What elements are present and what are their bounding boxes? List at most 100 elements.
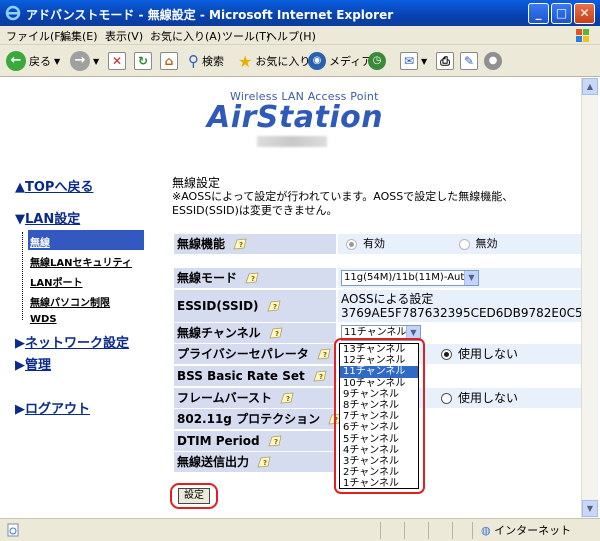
privacy-off-label: 使用しない — [458, 347, 519, 361]
frame-burst-text: フレームバースト — [177, 391, 273, 405]
favorites-label: お気に入り — [255, 55, 311, 68]
essid-value: AOSSによる設定 3769AE5F787632395CED6DB9782E0C… — [338, 290, 581, 322]
globe-icon: ◍ — [481, 524, 491, 537]
svg-text:?: ? — [273, 303, 277, 311]
status-bar: ◍ インターネット — [0, 518, 600, 541]
discuss-icon: ● — [484, 52, 502, 70]
back-dropdown-icon: ▼ — [54, 56, 61, 66]
nav-lan-settings[interactable]: ▼LAN設定 — [15, 208, 80, 227]
help-icon[interactable]: ? — [313, 370, 327, 383]
vertical-scrollbar[interactable]: ▲ ▼ — [581, 78, 598, 518]
tx-power-text: 無線送信出力 — [177, 455, 250, 469]
maximize-icon: □ — [555, 6, 568, 20]
scroll-up-icon[interactable]: ▲ — [582, 78, 598, 95]
wireless-mode-selected: 11g(54M)/11b(11M)-Auto — [344, 272, 471, 283]
minimize-icon: _ — [535, 6, 542, 20]
discuss-button[interactable]: ● — [484, 50, 502, 72]
nav-admin-label: 管理 — [25, 358, 52, 373]
help-icon[interactable]: ? — [269, 327, 283, 340]
tx-power-label: 無線送信出力? — [174, 452, 336, 472]
channel-text: 無線チャンネル — [177, 326, 261, 340]
essid-line1: AOSSによる設定 — [341, 292, 434, 306]
frame-burst-off-label: 使用しない — [458, 391, 519, 405]
minimize-button[interactable]: _ — [528, 3, 549, 24]
media-button[interactable]: ◉ メディア — [308, 50, 372, 72]
svg-text:?: ? — [319, 373, 323, 381]
menu-edit[interactable]: 編集(E) — [60, 28, 98, 44]
menu-help[interactable]: ヘルプ(H) — [266, 28, 316, 44]
frame-burst-label: フレームバースト? — [174, 388, 336, 408]
forward-button[interactable]: → ▼ — [70, 50, 99, 72]
menu-tools[interactable]: ツール(T) — [222, 28, 270, 44]
back-button[interactable]: ← 戻る ▼ — [6, 50, 60, 72]
svg-text:?: ? — [263, 459, 267, 467]
toolbar: ← 戻る ▼ → ▼ ✕ ↻ ⌂ ⚲ 検索 ★ お気に入り ◉ メディア ◷ ✉… — [0, 45, 600, 77]
print-icon: ⎙ — [436, 52, 454, 70]
star-icon: ★ — [238, 51, 253, 71]
dtim-label: DTIM Period? — [174, 431, 336, 451]
edit-button[interactable]: ✎ — [460, 50, 478, 72]
menu-view[interactable]: 表示(V) — [105, 28, 143, 44]
close-icon: ✕ — [579, 6, 590, 20]
favorites-button[interactable]: ★ お気に入り — [238, 50, 310, 72]
window-title: アドバンストモード - 無線設定 - Microsoft Internet Ex… — [26, 8, 394, 22]
svg-text:?: ? — [275, 330, 279, 338]
protection-text: 802.11g プロテクション — [177, 412, 321, 426]
radio-on-icon — [346, 238, 357, 250]
nav-item-mac-filter[interactable]: 無線パソコン制限 — [30, 294, 110, 309]
nav-item-lan-port[interactable]: LANポート — [30, 274, 82, 289]
frame-burst-off-radio[interactable]: 使用しない — [441, 391, 518, 405]
wireless-mode-value: 11g(54M)/11b(11M)-Auto ▼ — [338, 268, 581, 288]
nav-item-wds[interactable]: WDS — [30, 314, 57, 325]
help-icon[interactable]: ? — [233, 238, 247, 251]
wireless-mode-select[interactable]: 11g(54M)/11b(11M)-Auto ▼ — [341, 270, 479, 286]
stop-button[interactable]: ✕ — [108, 50, 126, 72]
dtim-text: DTIM Period — [177, 434, 260, 448]
wireless-off-radio[interactable]: 無効 — [458, 237, 498, 250]
nav-logout[interactable]: ▶ログアウト — [15, 398, 90, 417]
nav-item-wireless-security[interactable]: 無線LANセキュリティ — [30, 254, 132, 269]
windows-logo-icon — [576, 29, 589, 42]
mail-button[interactable]: ✉ ▼ — [400, 50, 427, 72]
wireless-mode-text: 無線モード — [177, 271, 238, 285]
dropdown-highlight-outline — [334, 338, 425, 494]
scroll-down-icon[interactable]: ▼ — [582, 500, 598, 517]
privacy-separator-text: プライバシーセパレータ — [177, 347, 309, 361]
channel-selected: 11チャンネル — [344, 327, 407, 338]
essid-line2: 3769AE5F787632395CED6DB9782E0C59 — [341, 306, 581, 320]
home-icon: ⌂ — [160, 52, 178, 70]
wireless-on-radio[interactable]: 有効 — [346, 237, 385, 250]
help-icon[interactable]: ? — [317, 348, 331, 361]
help-icon[interactable]: ? — [266, 300, 281, 313]
help-icon[interactable]: ? — [257, 456, 271, 469]
nav-admin[interactable]: ▶管理 — [15, 354, 51, 373]
menu-bar: ファイル(F) 編集(E) 表示(V) お気に入り(A) ツール(T) ヘルプ(… — [0, 26, 600, 45]
nav-top-label: TOPへ戻る — [25, 180, 94, 195]
menu-file[interactable]: ファイル(F) — [6, 28, 65, 44]
history-button[interactable]: ◷ — [368, 50, 386, 72]
maximize-button[interactable]: □ — [551, 3, 572, 24]
status-separator — [380, 522, 381, 539]
logo-airstation: AirStation — [207, 100, 384, 135]
radio-on-icon — [441, 349, 452, 360]
refresh-button[interactable]: ↻ — [134, 50, 152, 72]
page-content: Wireless LAN Access Point AirStation ▲TO… — [2, 78, 581, 518]
search-button[interactable]: ⚲ 検索 — [188, 50, 224, 72]
wireless-on-label: 有効 — [363, 237, 385, 250]
nav-item-wireless[interactable]: 無線 — [30, 234, 50, 249]
home-button[interactable]: ⌂ — [160, 50, 178, 72]
essid-label: ESSID(SSID)? — [174, 290, 336, 322]
nav-network-settings[interactable]: ▶ネットワーク設定 — [15, 332, 129, 351]
chevron-down-icon: ▼ — [464, 271, 478, 285]
ie-logo-icon — [5, 5, 21, 21]
menu-favorites[interactable]: お気に入り(A) — [150, 28, 221, 44]
help-icon[interactable]: ? — [245, 272, 259, 285]
nav-top-link[interactable]: ▲TOPへ戻る — [15, 176, 93, 195]
privacy-off-radio[interactable]: 使用しない — [441, 347, 518, 361]
print-button[interactable]: ⎙ — [436, 50, 454, 72]
channel-label: 無線チャンネル? — [174, 323, 336, 343]
status-separator — [452, 522, 453, 539]
close-button[interactable]: ✕ — [574, 3, 595, 24]
help-icon[interactable]: ? — [280, 392, 294, 405]
help-icon[interactable]: ? — [267, 435, 282, 448]
